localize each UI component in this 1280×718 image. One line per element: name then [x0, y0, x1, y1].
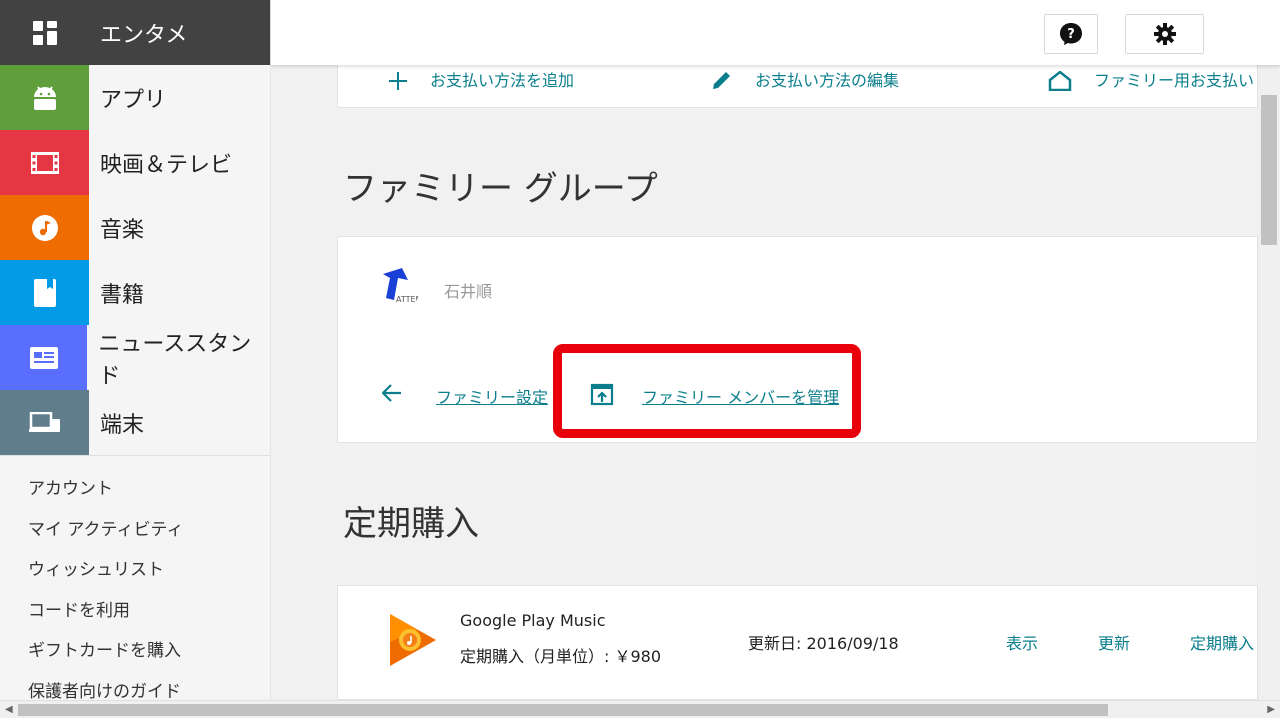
- highlight-box: [553, 344, 861, 438]
- vertical-scrollbar[interactable]: [1258, 65, 1280, 700]
- payment-methods-bar: お支払い方法を追加 お支払い方法の編集 ファミリー用お支払い: [337, 65, 1258, 108]
- sidebar-item-entertainment[interactable]: エンタメ: [0, 0, 270, 65]
- help-icon: ?: [1060, 23, 1082, 45]
- sidebar-item-label: ニューススタンド: [98, 331, 252, 389]
- svg-text:?: ?: [1067, 27, 1075, 42]
- sidebar-item-label: エンタメ: [100, 22, 188, 48]
- sidebar-item-label: 書籍: [100, 282, 145, 308]
- sidebar-item-books[interactable]: 書籍: [0, 260, 270, 325]
- subscription-renewal-date: 更新日: 2016/09/18: [748, 634, 899, 653]
- scroll-right-arrow-icon[interactable]: ▶: [1267, 704, 1275, 715]
- sidebar: エンタメ アプリ 映画＆テレビ 音楽 書籍 ニューススタンド 端末 アカウント …: [0, 0, 271, 700]
- news-icon: [0, 325, 88, 390]
- manage-subscription-button[interactable]: 定期購入: [1190, 630, 1254, 654]
- apps-grid-icon: [0, 0, 89, 65]
- sidebar-item-label: 映画＆テレビ: [100, 152, 233, 178]
- sidebar-link-gift-card[interactable]: ギフトカードを購入: [0, 638, 270, 679]
- sidebar-item-label: アプリ: [100, 87, 167, 113]
- sidebar-link-account[interactable]: アカウント: [0, 476, 270, 517]
- sidebar-links: アカウント マイ アクティビティ ウィッシュリスト コードを利用 ギフトカードを…: [0, 455, 270, 700]
- sidebar-item-apps[interactable]: アプリ: [0, 65, 270, 130]
- main-content: お支払い方法を追加 お支払い方法の編集 ファミリー用お支払い ファミリー グルー…: [271, 65, 1258, 700]
- devices-icon: [0, 390, 89, 455]
- book-icon: [0, 260, 89, 325]
- sidebar-item-music[interactable]: 音楽: [0, 195, 270, 260]
- sidebar-link-parent-guide[interactable]: 保護者向けのガイド: [0, 679, 270, 700]
- sidebar-link-wishlist[interactable]: ウィッシュリスト: [0, 557, 270, 598]
- android-icon: [0, 65, 89, 130]
- subscriptions-title: 定期購入: [343, 504, 479, 544]
- avatar: ATTEND: [378, 264, 422, 308]
- vertical-scroll-thumb[interactable]: [1261, 95, 1277, 245]
- music-note-icon: [0, 195, 89, 260]
- sidebar-item-devices[interactable]: 端末: [0, 390, 270, 455]
- renew-subscription-button[interactable]: 更新: [1098, 630, 1130, 654]
- scroll-left-arrow-icon[interactable]: ◀: [5, 704, 13, 715]
- google-play-music-icon: [390, 614, 436, 666]
- home-icon: [1048, 71, 1072, 91]
- sidebar-item-movies-tv[interactable]: 映画＆テレビ: [0, 130, 270, 195]
- sidebar-item-label: 端末: [100, 412, 145, 438]
- arrow-left-icon[interactable]: [382, 384, 402, 402]
- subscription-name: Google Play Music: [460, 611, 606, 630]
- edit-payment-button[interactable]: お支払い方法の編集: [711, 65, 899, 99]
- member-name: 石井順: [444, 282, 493, 301]
- svg-text:ATTEND: ATTEND: [396, 295, 422, 304]
- view-subscription-button[interactable]: 表示: [1006, 630, 1038, 654]
- sidebar-link-activity[interactable]: マイ アクティビティ: [0, 517, 270, 558]
- subscription-price: 定期購入（月単位）: ￥980: [460, 647, 662, 666]
- family-settings-link[interactable]: ファミリー設定: [436, 384, 548, 408]
- sidebar-item-newsstand[interactable]: ニューススタンド: [0, 325, 270, 390]
- family-payment-button[interactable]: ファミリー用お支払い: [1048, 65, 1254, 99]
- help-button[interactable]: ?: [1044, 14, 1098, 54]
- horizontal-scrollbar[interactable]: ◀ ▶: [0, 700, 1280, 718]
- film-icon: [0, 130, 89, 195]
- plus-icon: [389, 72, 407, 90]
- family-group-title: ファミリー グループ: [343, 169, 658, 209]
- settings-button[interactable]: [1125, 14, 1204, 54]
- gear-icon: [1153, 23, 1176, 45]
- top-header: ?: [271, 0, 1280, 65]
- subscription-card: Google Play Music 定期購入（月単位）: ￥980 更新日: 2…: [337, 585, 1258, 700]
- pencil-icon: [713, 72, 730, 89]
- add-payment-button[interactable]: お支払い方法を追加: [388, 65, 574, 99]
- horizontal-scroll-thumb[interactable]: [18, 704, 1108, 716]
- sidebar-item-label: 音楽: [100, 217, 145, 243]
- sidebar-link-redeem[interactable]: コードを利用: [0, 598, 270, 639]
